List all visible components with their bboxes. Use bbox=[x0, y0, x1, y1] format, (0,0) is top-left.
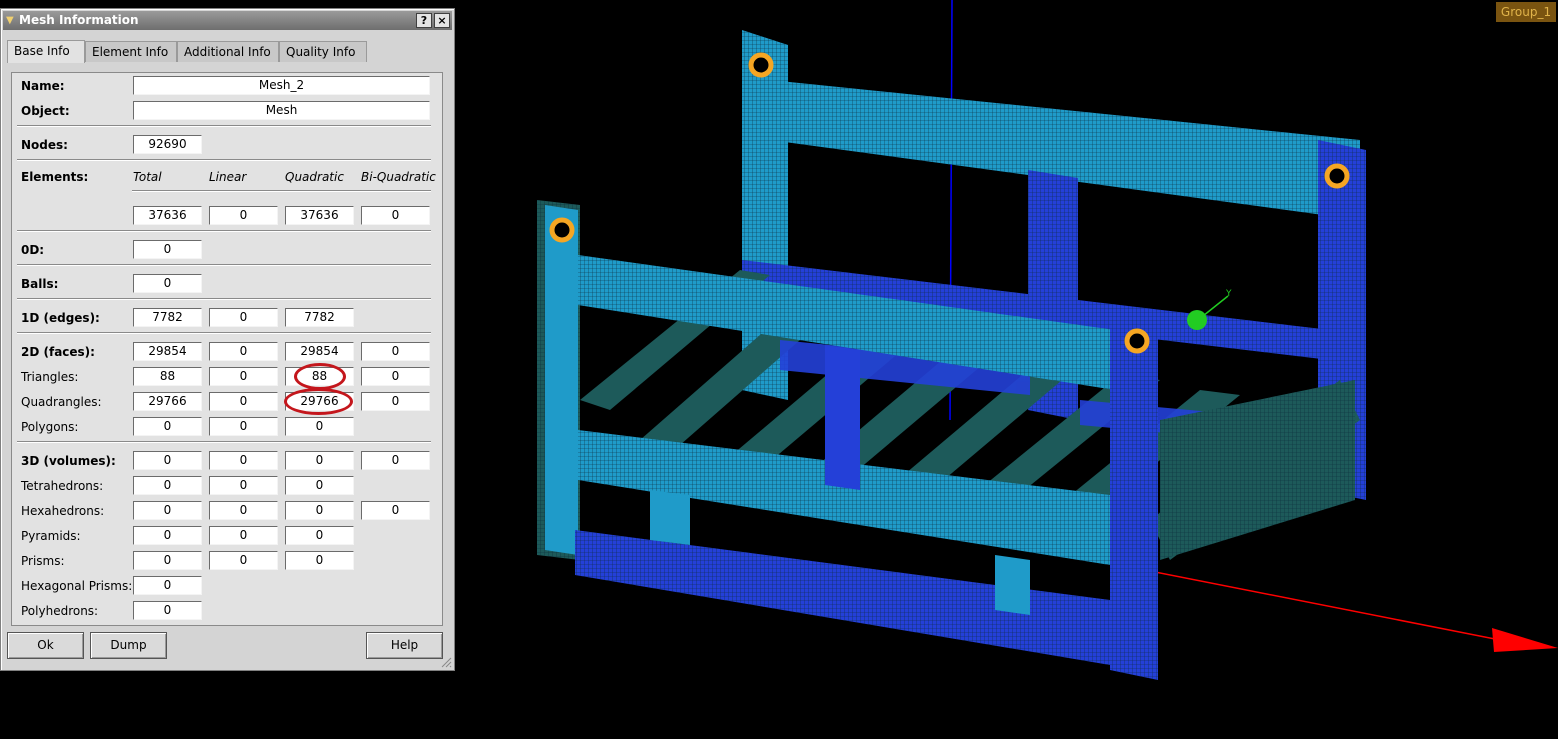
window-title: Mesh Information bbox=[19, 13, 139, 27]
elements-label: Elements: bbox=[21, 170, 89, 184]
volumes-label: 3D (volumes): bbox=[21, 454, 116, 468]
triangles-total-field[interactable]: 88 bbox=[133, 367, 202, 386]
name-label: Name: bbox=[21, 79, 65, 93]
tetrahedrons-total-field[interactable]: 0 bbox=[133, 476, 202, 495]
help-button[interactable]: Help bbox=[366, 632, 443, 659]
hexahedrons-label: Hexahedrons: bbox=[21, 504, 105, 518]
volumes-linear-field[interactable]: 0 bbox=[209, 451, 278, 470]
separator bbox=[17, 298, 431, 300]
edges-quadratic-field[interactable]: 7782 bbox=[285, 308, 354, 327]
balls-field[interactable]: 0 bbox=[133, 274, 202, 293]
quadrangles-total-field[interactable]: 29766 bbox=[133, 392, 202, 411]
tab-base-info[interactable]: Base Info bbox=[7, 40, 85, 63]
column-quadratic: Quadratic bbox=[285, 170, 344, 184]
tetrahedrons-label: Tetrahedrons: bbox=[21, 479, 104, 493]
prisms-total-field[interactable]: 0 bbox=[133, 551, 202, 570]
faces-label: 2D (faces): bbox=[21, 345, 95, 359]
edges-linear-field[interactable]: 0 bbox=[209, 308, 278, 327]
triangles-label: Triangles: bbox=[21, 370, 79, 384]
separator bbox=[17, 332, 431, 334]
quadrangles-linear-field[interactable]: 0 bbox=[209, 392, 278, 411]
help-icon[interactable]: ? bbox=[416, 13, 432, 28]
edges-total-field[interactable]: 7782 bbox=[133, 308, 202, 327]
edges-label: 1D (edges): bbox=[21, 311, 100, 325]
pyramids-linear-field[interactable]: 0 bbox=[209, 526, 278, 545]
separator bbox=[17, 125, 431, 127]
x-axis-arrow bbox=[1492, 628, 1558, 652]
faces-quadratic-field[interactable]: 29854 bbox=[285, 342, 354, 361]
volumes-total-field[interactable]: 0 bbox=[133, 451, 202, 470]
y-axis-label: Y bbox=[1226, 289, 1232, 299]
hexahedrons-linear-field[interactable]: 0 bbox=[209, 501, 278, 520]
titlebar[interactable]: ▼ Mesh Information ? × bbox=[3, 11, 452, 30]
separator bbox=[17, 159, 431, 161]
polyhedrons-label: Polyhedrons: bbox=[21, 604, 99, 618]
quadrangles-label: Quadrangles: bbox=[21, 395, 102, 409]
elements-linear-field[interactable]: 0 bbox=[209, 206, 278, 225]
object-label: Object: bbox=[21, 104, 70, 118]
triangles-linear-field[interactable]: 0 bbox=[209, 367, 278, 386]
hexahedrons-total-field[interactable]: 0 bbox=[133, 501, 202, 520]
x-axis-line bbox=[1134, 567, 1501, 641]
hexagonal-prisms-label: Hexagonal Prisms: bbox=[21, 579, 133, 593]
tab-quality-info[interactable]: Quality Info bbox=[279, 41, 367, 62]
hexahedrons-quadratic-field[interactable]: 0 bbox=[285, 501, 354, 520]
column-total: Total bbox=[133, 170, 162, 184]
balls-label: Balls: bbox=[21, 277, 59, 291]
elements-total-field[interactable]: 37636 bbox=[133, 206, 202, 225]
0d-field[interactable]: 0 bbox=[133, 240, 202, 259]
pyramids-label: Pyramids: bbox=[21, 529, 81, 543]
polygons-label: Polygons: bbox=[21, 420, 79, 434]
hexahedrons-biquadratic-field[interactable]: 0 bbox=[361, 501, 430, 520]
elements-quadratic-field[interactable]: 37636 bbox=[285, 206, 354, 225]
nodes-label: Nodes: bbox=[21, 138, 68, 152]
prisms-label: Prisms: bbox=[21, 554, 65, 568]
faces-biquadratic-field[interactable]: 0 bbox=[361, 342, 430, 361]
tab-element-info[interactable]: Element Info bbox=[85, 41, 177, 62]
nodes-field[interactable]: 92690 bbox=[133, 135, 202, 154]
separator bbox=[17, 264, 431, 266]
polygons-quadratic-field[interactable]: 0 bbox=[285, 417, 354, 436]
window-menu-icon[interactable]: ▼ bbox=[6, 11, 18, 30]
tetrahedrons-linear-field[interactable]: 0 bbox=[209, 476, 278, 495]
column-linear: Linear bbox=[209, 170, 247, 184]
name-field[interactable]: Mesh_2 bbox=[133, 76, 430, 95]
base-info-panel: Name: Mesh_2 Object: Mesh Nodes: 92690 E… bbox=[11, 72, 443, 626]
resize-grip-icon[interactable] bbox=[440, 656, 452, 668]
elements-biquadratic-field[interactable]: 0 bbox=[361, 206, 430, 225]
volumes-quadratic-field[interactable]: 0 bbox=[285, 451, 354, 470]
quadrangles-biquadratic-field[interactable]: 0 bbox=[361, 392, 430, 411]
triangles-biquadratic-field[interactable]: 0 bbox=[361, 367, 430, 386]
prisms-linear-field[interactable]: 0 bbox=[209, 551, 278, 570]
mesh-information-dialog: ▼ Mesh Information ? × Base Info Element… bbox=[0, 8, 455, 671]
prisms-quadratic-field[interactable]: 0 bbox=[285, 551, 354, 570]
polyhedrons-field[interactable]: 0 bbox=[133, 601, 202, 620]
dump-button[interactable]: Dump bbox=[90, 632, 167, 659]
triangles-quadratic-field[interactable]: 88 bbox=[285, 367, 354, 386]
pyramids-quadratic-field[interactable]: 0 bbox=[285, 526, 354, 545]
polygons-total-field[interactable]: 0 bbox=[133, 417, 202, 436]
group-label: Group_1 bbox=[1496, 2, 1556, 22]
tetrahedrons-quadratic-field[interactable]: 0 bbox=[285, 476, 354, 495]
0d-label: 0D: bbox=[21, 243, 45, 257]
hexagonal-prisms-field[interactable]: 0 bbox=[133, 576, 202, 595]
object-field[interactable]: Mesh bbox=[133, 101, 430, 120]
tab-additional-info[interactable]: Additional Info bbox=[177, 41, 279, 62]
separator bbox=[17, 441, 431, 443]
close-icon[interactable]: × bbox=[434, 13, 450, 28]
separator bbox=[17, 230, 431, 232]
separator bbox=[132, 190, 431, 192]
quadrangles-quadratic-field[interactable]: 29766 bbox=[285, 392, 354, 411]
polygons-linear-field[interactable]: 0 bbox=[209, 417, 278, 436]
faces-linear-field[interactable]: 0 bbox=[209, 342, 278, 361]
ok-button[interactable]: Ok bbox=[7, 632, 84, 659]
column-bi-quadratic: Bi-Quadratic bbox=[361, 170, 436, 184]
pyramids-total-field[interactable]: 0 bbox=[133, 526, 202, 545]
volumes-biquadratic-field[interactable]: 0 bbox=[361, 451, 430, 470]
faces-total-field[interactable]: 29854 bbox=[133, 342, 202, 361]
